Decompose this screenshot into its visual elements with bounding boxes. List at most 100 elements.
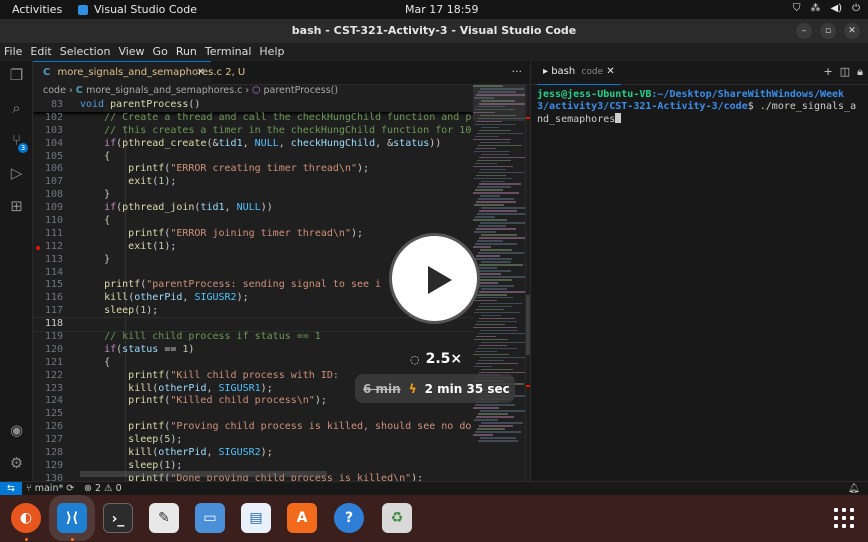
- minimize-button[interactable]: –: [796, 23, 812, 39]
- function-icon: ⬡: [252, 85, 264, 96]
- menu-file[interactable]: File: [4, 45, 22, 61]
- terminal-tab-bar: ▸ bash code ✕ + ◫ 🔒︎: [531, 61, 868, 85]
- play-icon: [428, 266, 452, 294]
- code-text: sleep(1);: [104, 305, 159, 317]
- notifications-bell-icon[interactable]: 🔔︎: [848, 483, 860, 494]
- writer-icon[interactable]: ▤: [241, 503, 271, 533]
- menu-help[interactable]: Help: [259, 45, 284, 61]
- code-line[interactable]: 126 printf("Proving child process is kil…: [33, 421, 473, 434]
- code-line[interactable]: 128 kill(otherPid, SIGUSR2);: [33, 447, 473, 460]
- trash-icon[interactable]: ♻: [382, 503, 412, 533]
- breadcrumb-symbol[interactable]: parentProcess(): [264, 85, 339, 96]
- menu-edit[interactable]: Edit: [30, 45, 51, 61]
- breadcrumb-folder[interactable]: code: [43, 85, 66, 96]
- code-text: exit(1);: [128, 176, 177, 188]
- activities-button[interactable]: Activities: [12, 3, 62, 16]
- more-actions-icon[interactable]: ···: [512, 65, 523, 78]
- minimap[interactable]: [473, 85, 529, 481]
- code-line[interactable]: 111 printf("ERROR joining timer thread\n…: [33, 228, 473, 241]
- minimap-line: [473, 219, 507, 221]
- show-apps-icon[interactable]: [834, 508, 854, 528]
- breadcrumb-file[interactable]: more_signals_and_semaphores.c: [86, 85, 242, 96]
- code-line[interactable]: 83 void parentProcess(): [33, 99, 473, 112]
- minimap-line: [476, 201, 516, 203]
- new-terminal-icon[interactable]: +: [824, 65, 833, 79]
- menu-terminal[interactable]: Terminal: [205, 45, 252, 61]
- text-editor-icon[interactable]: ✎: [149, 503, 179, 533]
- minimap-line: [476, 147, 496, 150]
- remote-indicator-icon[interactable]: ⇆: [0, 482, 22, 496]
- code-text: if(pthread_join(tid1, NULL)): [104, 202, 273, 214]
- code-line[interactable]: 104 if(pthread_create(&tid1, NULL, check…: [33, 138, 473, 151]
- terminal-tab[interactable]: ▸ bash code ✕: [537, 65, 621, 85]
- lock-scroll-icon[interactable]: 🔒︎: [857, 65, 863, 79]
- editor-tab[interactable]: C more_signals_and_semaphores.c 2, U ✕: [33, 61, 245, 85]
- code-line[interactable]: 121 {: [33, 357, 473, 370]
- account-icon[interactable]: ◉: [7, 421, 26, 440]
- terminal-icon[interactable]: ›_: [103, 503, 133, 533]
- code-line[interactable]: 105 {: [33, 151, 473, 164]
- extensions-icon[interactable]: ⊞: [7, 197, 26, 216]
- search-icon[interactable]: ⌕: [7, 99, 26, 118]
- menu-view[interactable]: View: [118, 45, 144, 61]
- minimap-line: [481, 341, 527, 344]
- help-icon[interactable]: ?: [334, 503, 364, 533]
- problems-indicator[interactable]: ⊗ 2 ⚠ 0: [84, 483, 122, 494]
- minimap-line: [480, 437, 516, 439]
- play-button[interactable]: [389, 233, 480, 324]
- close-tab-icon[interactable]: ✕: [197, 67, 205, 78]
- code-line[interactable]: 107 exit(1);: [33, 176, 473, 189]
- menu-selection[interactable]: Selection: [60, 45, 111, 61]
- firefox-icon[interactable]: ◐: [11, 503, 41, 533]
- code-line[interactable]: 127 sleep(5);: [33, 434, 473, 447]
- close-terminal-icon[interactable]: ✕: [606, 66, 614, 77]
- system-tray[interactable]: ⛉ ⁂ ◀) ⏻: [793, 3, 860, 14]
- close-window-button[interactable]: ✕: [844, 23, 860, 39]
- volume-icon[interactable]: ◀): [830, 3, 842, 14]
- code-line[interactable]: 119 // kill child process if status == 1: [33, 331, 473, 344]
- minimap-line: [477, 240, 503, 242]
- minimap-line: [473, 192, 519, 195]
- horizontal-scrollbar-thumb[interactable]: [80, 471, 327, 477]
- git-branch[interactable]: ⑂ main* ⟳: [26, 483, 74, 494]
- run-debug-icon[interactable]: ▷: [7, 164, 26, 183]
- minimap-line: [474, 311, 520, 314]
- app-menu[interactable]: Visual Studio Code: [78, 3, 197, 16]
- minimap-line: [476, 416, 514, 418]
- line-number: 115: [44, 279, 63, 291]
- minimap-slider[interactable]: [473, 85, 525, 121]
- line-number: 114: [44, 266, 63, 278]
- line-number: 126: [44, 421, 63, 433]
- minimap-line: [481, 207, 525, 209]
- line-number: 105: [44, 150, 63, 162]
- power-icon[interactable]: ⏻: [852, 3, 860, 14]
- line-number: 118: [44, 318, 63, 330]
- code-line[interactable]: 125: [33, 408, 473, 421]
- menu-go[interactable]: Go: [153, 45, 168, 61]
- menu-run[interactable]: Run: [176, 45, 197, 61]
- code-line[interactable]: 109 if(pthread_join(tid1, NULL)): [33, 202, 473, 215]
- vscode-icon[interactable]: ⟩⟨: [49, 495, 95, 541]
- settings-gear-icon[interactable]: ⚙: [7, 454, 26, 473]
- code-line[interactable]: 108 }: [33, 189, 473, 202]
- shield-icon[interactable]: ⛉: [793, 3, 801, 14]
- clock[interactable]: Mar 17 18:59: [405, 3, 478, 16]
- code-text: kill(otherPid, SIGUSR1);: [128, 382, 273, 394]
- code-line[interactable]: 102 // Create a thread and call the chec…: [33, 112, 473, 125]
- terminal-output[interactable]: jess@jess-Ubuntu-VB:~/Desktop/ShareWithW…: [537, 89, 857, 126]
- split-terminal-icon[interactable]: ◫: [840, 65, 850, 79]
- code-line[interactable]: 110 {: [33, 215, 473, 228]
- code-line[interactable]: 106 printf("ERROR creating timer thread\…: [33, 163, 473, 176]
- terminal-panel[interactable]: ▸ bash code ✕ + ◫ 🔒︎ jess@jess-Ubuntu-VB…: [530, 61, 868, 481]
- code-line[interactable]: 118: [33, 317, 473, 333]
- code-line[interactable]: 120 if(status == 1): [33, 344, 473, 357]
- software-center-icon[interactable]: A: [287, 503, 317, 533]
- code-text: printf("ERROR creating timer thread\n");: [128, 163, 370, 175]
- network-icon[interactable]: ⁂: [810, 3, 820, 14]
- maximize-button[interactable]: ▫: [820, 23, 836, 39]
- code-line[interactable]: 103 // this creates a timer in the check…: [33, 125, 473, 138]
- explorer-icon[interactable]: ❐: [7, 66, 26, 85]
- minimap-line: [474, 204, 504, 206]
- files-icon[interactable]: ▭: [195, 503, 225, 533]
- minimap-line: [476, 255, 500, 257]
